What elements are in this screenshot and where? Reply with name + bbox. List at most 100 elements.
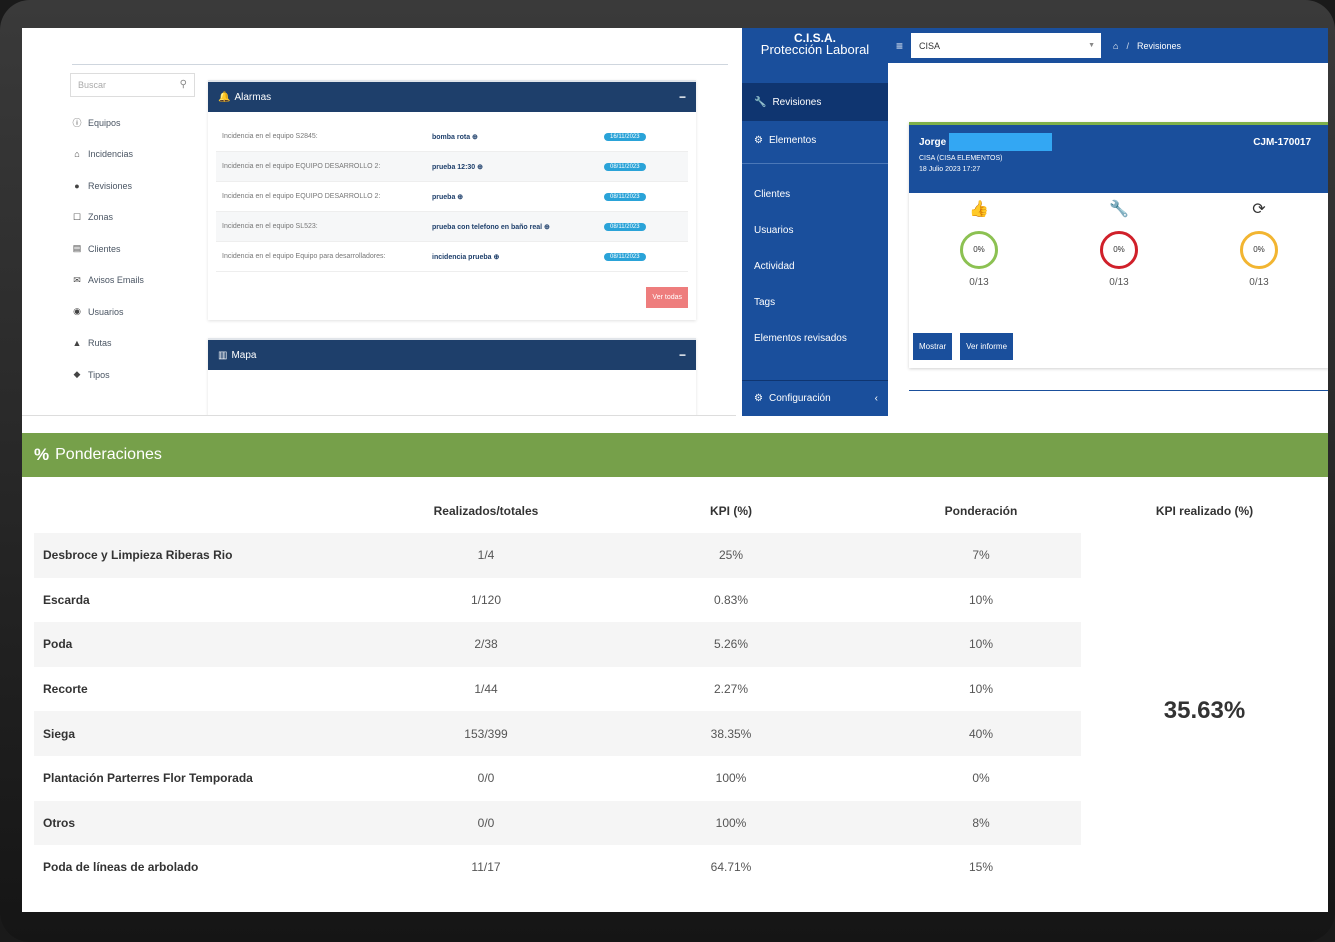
ponderaciones-table: Realizados/totales KPI (%) Ponderación KPI … (34, 489, 1328, 890)
menu-icon[interactable]: ≡ (896, 39, 903, 53)
home-icon[interactable]: ⌂ (1113, 41, 1118, 51)
row-name: Plantación Parterres Flor Temporada (43, 771, 253, 786)
stat-item: 👍 0% 0/13 (909, 199, 1049, 288)
row-done: 1/4 (391, 533, 581, 578)
wrench-icon: 🔧 (754, 96, 767, 108)
mostrar-button[interactable]: Mostrar (913, 333, 953, 360)
cubes-icon: ⚙ (754, 134, 763, 146)
column-header: KPI realizado (%) (1155, 504, 1254, 518)
sidebar-item-avisos-emails[interactable]: ✉ Avisos Emails (70, 265, 195, 297)
row-done: 2/38 (391, 622, 581, 667)
sidebar-item-label: Revisiones (772, 96, 822, 108)
row-name: Poda de líneas de arbolado (43, 860, 199, 875)
sidebar-item-label: Usuarios (88, 306, 124, 317)
row-weight: 10% (881, 622, 1081, 667)
row-kpi: 2.27% (713, 682, 749, 697)
zone-icon: ☐ (72, 211, 82, 222)
user-icon: ◉ (73, 306, 81, 317)
revisiones-panel: C.I.S.A. Protección Laboral 🔧 Revisiones… (742, 28, 1328, 416)
sidebar-item-elementos-revisados[interactable]: Elementos revisados (742, 320, 888, 356)
column-header (34, 489, 391, 533)
row-weight: 10% (968, 682, 994, 697)
sidebar-item-tipos[interactable]: ◆ Tipos (70, 359, 195, 391)
row-name: Escarda (43, 592, 90, 607)
sidebar-items: Clientes Usuarios Actividad Tags Elementos r… (742, 176, 888, 356)
sidebar-item-revisiones[interactable]: 🔧 Revisiones (742, 83, 888, 121)
ponderaciones-panel: % Ponderaciones Realizados/totales KPI (%… (22, 433, 1328, 912)
blue-sidebar: C.I.S.A. Protección Laboral 🔧 Revisiones… (742, 28, 888, 416)
sidebar-item-tags[interactable]: Tags (742, 284, 888, 320)
row-name: Otros (34, 800, 391, 846)
email-icon: ✉ (73, 274, 81, 285)
alarm-detail[interactable]: prueba ⊕ (432, 193, 604, 201)
revision-date: 18 Julio 2023 17:27 (919, 166, 981, 173)
row-name: Poda (34, 622, 391, 667)
row-weight: 15% (968, 860, 994, 875)
alarm-detail[interactable]: prueba 12:30 ⊕ (432, 163, 604, 171)
sidebar-item-label: Configuración (768, 393, 831, 404)
alarm-row[interactable]: Incidencia en el equipo EQUIPO DESARROLL… (216, 152, 688, 182)
revision-card: Jorge CJM-170017 CISA (CISA ELEMENTOS) 1… (909, 122, 1328, 368)
row-weight: 40% (881, 711, 1081, 756)
ponderaciones-title: Ponderaciones (55, 446, 162, 463)
row-weight: 10% (968, 592, 994, 607)
client-select-value: CISA (919, 40, 941, 51)
row-done: 11/17 (471, 860, 501, 875)
column-header: Ponderación (944, 504, 1018, 518)
stat-count: 0/13 (969, 277, 989, 288)
sidebar-separator (742, 163, 888, 164)
row-kpi: 38.35% (581, 711, 881, 756)
search-icon: ⚲ (179, 79, 187, 90)
sidebar-item-incidencias[interactable]: ⌂ Incidencias (70, 139, 195, 171)
revision-company: CISA (CISA ELEMENTOS) (919, 155, 1003, 162)
map-icon: ▥ (218, 349, 228, 361)
alarm-date-badge: 08/11/2023 (604, 162, 646, 171)
client-select[interactable]: CISA ▼ (911, 33, 1102, 58)
alarms-list: Incidencia en el equipo S2845: bomba rota… (208, 112, 696, 272)
stat-count: 0/13 (1109, 277, 1129, 288)
sidebar-item-label: Equipos (88, 117, 121, 128)
kpi-total: 35.63% (1081, 533, 1328, 890)
table-row: Desbroce y Limpieza Riberas Rio 1/4 25% 7% 3… (34, 533, 1328, 890)
ver-todas-button[interactable]: Ver todas (646, 287, 688, 308)
progress-ring: 0% (1100, 231, 1138, 269)
row-kpi: 64.71% (710, 860, 752, 875)
sidebar-item-usuarios[interactable]: Usuarios (742, 212, 888, 248)
gear-icon: ⚙ (754, 393, 763, 404)
alarm-date-badge: 08/11/2023 (604, 192, 646, 201)
sidebar-item-label: Zonas (88, 212, 114, 223)
sidebar-item-label: Elementos (768, 134, 817, 146)
row-weight: 8% (881, 800, 1081, 846)
divider (909, 390, 1328, 391)
ver-informe-button[interactable]: Ver informe (960, 333, 1014, 360)
sidebar-item-elementos[interactable]: ⚙ Elementos (742, 121, 888, 159)
sidebar-item-revisiones[interactable]: ● Revisiones (70, 170, 195, 202)
wrench-icon: 🔧 (1109, 201, 1129, 218)
collapse-button[interactable]: − (679, 90, 686, 104)
progress-ring: 0% (960, 231, 998, 269)
row-done: 1/120 (470, 592, 502, 607)
alarm-row[interactable]: Incidencia en el equipo Equipo para desa… (216, 242, 688, 272)
row-done: 0/0 (391, 800, 581, 846)
sidebar-item-usuarios[interactable]: ◉ Usuarios (70, 296, 195, 328)
alarm-detail[interactable]: bomba rota ⊕ (432, 133, 604, 141)
sidebar-item-label: Tipos (88, 369, 110, 380)
collapse-button[interactable]: − (679, 348, 686, 362)
sidebar-item-zonas[interactable]: ☐ Zonas (70, 202, 195, 234)
sidebar-item-configuracion[interactable]: ⚙ Configuración ‹ (742, 380, 888, 416)
sidebar-item-actividad[interactable]: Actividad (742, 248, 888, 284)
alarm-row[interactable]: Incidencia en el equipo EQUIPO DESARROLL… (216, 182, 688, 212)
sidebar-item-rutas[interactable]: ▲ Rutas (70, 328, 195, 360)
map-title: Mapa (231, 349, 257, 361)
sidebar-item-equipos[interactable]: ⓘ Equipos (70, 107, 195, 139)
alarm-row[interactable]: Incidencia en el equipo SL523: prueba con… (216, 212, 688, 242)
alarm-detail[interactable]: incidencia prueba ⊕ (432, 253, 604, 261)
brand-subtitle: Protección Laboral (760, 42, 870, 57)
sidebar-item-clientes[interactable]: Clientes (742, 176, 888, 212)
alarm-detail[interactable]: prueba con telefono en baño real ⊕ (432, 223, 604, 231)
sidebar-item-clientes[interactable]: ▤ Clientes (70, 233, 195, 265)
search-input[interactable]: Buscar ⚲ (70, 73, 195, 97)
bell-icon: 🔔 (218, 91, 231, 103)
alarm-row[interactable]: Incidencia en el equipo S2845: bomba rota… (216, 122, 688, 152)
row-kpi: 100% (715, 771, 747, 786)
